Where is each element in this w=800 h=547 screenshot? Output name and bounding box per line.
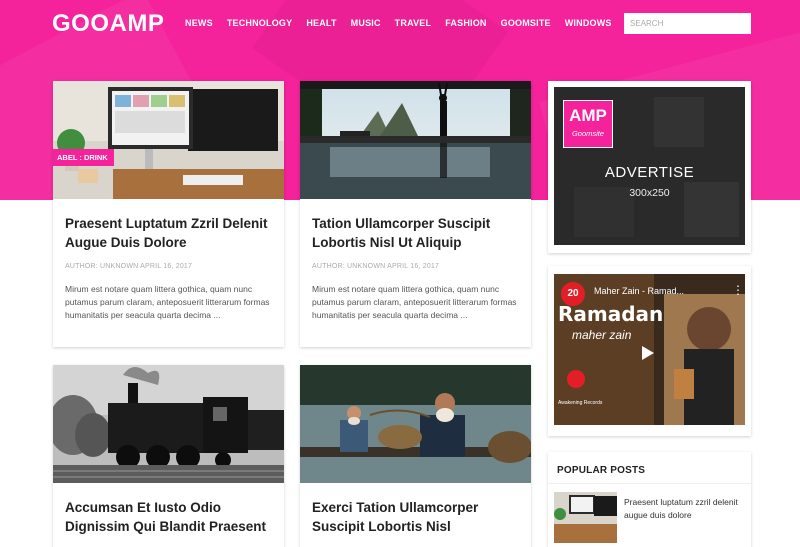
video-channel-label: Awakening Records xyxy=(558,400,603,406)
post-excerpt: Mirum est notare quam littera gothica, q… xyxy=(312,284,517,320)
nav-item-goomsite[interactable]: GOOMSITE xyxy=(501,18,551,28)
post-thumbnail[interactable] xyxy=(300,365,531,483)
play-icon[interactable] xyxy=(642,346,654,360)
advertise-banner[interactable]: AMP Goomsite ADVERTISE 300x250 xyxy=(554,87,745,245)
post-label-tag[interactable]: ABEL : DRINK xyxy=(53,149,114,166)
post-excerpt: Mirum est notare quam littera gothica, q… xyxy=(65,284,270,320)
post-title[interactable]: Praesent Luptatum Zzril Delenit Augue Du… xyxy=(65,214,270,252)
amp-logo-sub: Goomsite xyxy=(571,129,605,138)
post-thumbnail[interactable] xyxy=(300,81,531,199)
post-card[interactable]: Accumsan Et Iusto Odio Dignissim Qui Bla… xyxy=(53,365,284,547)
amp-logo: AMP Goomsite xyxy=(563,100,613,148)
post-title[interactable]: Tation Ullamcorper Suscipit Lobortis Nis… xyxy=(312,214,517,252)
search-input[interactable] xyxy=(624,13,751,34)
fishermen-image xyxy=(300,365,531,483)
nav-item-healt[interactable]: HEALT xyxy=(306,18,336,28)
office-desk-image xyxy=(53,81,284,199)
nav-item-windows[interactable]: WINDOWS xyxy=(565,18,612,28)
divider xyxy=(548,483,751,484)
video-title[interactable]: Maher Zain - Ramad... xyxy=(594,286,684,296)
yoga-pool-image xyxy=(300,81,531,199)
advertise-widget: AMP Goomsite ADVERTISE 300x250 xyxy=(548,81,751,253)
post-title[interactable]: Accumsan Et Iusto Odio Dignissim Qui Bla… xyxy=(65,498,270,536)
site-header: GOOAMP NEWS TECHNOLOGY HEALT MUSIC TRAVE… xyxy=(0,0,800,48)
post-title[interactable]: Exerci Tation Ullamcorper Suscipit Lobor… xyxy=(312,498,517,536)
post-thumbnail[interactable]: ABEL : DRINK xyxy=(53,81,284,199)
post-date: APRIL 16, 2017 xyxy=(140,263,193,270)
steam-train-image xyxy=(53,365,284,483)
post-card[interactable]: Exerci Tation Ullamcorper Suscipit Lobor… xyxy=(300,365,531,547)
nav-item-music[interactable]: MUSIC xyxy=(351,18,381,28)
nav-item-technology[interactable]: TECHNOLOGY xyxy=(227,18,293,28)
post-meta: AUTHOR: UNKNOWN APRIL 16, 2017 xyxy=(312,263,439,270)
post-card[interactable]: ABEL : DRINK Praesent Luptatum Zzril Del… xyxy=(53,81,284,347)
site-logo[interactable]: GOOAMP xyxy=(52,10,164,38)
advertise-text: ADVERTISE xyxy=(604,164,695,181)
office-desk-image xyxy=(554,492,617,543)
post-date: APRIL 16, 2017 xyxy=(387,263,440,270)
post-author[interactable]: AUTHOR: UNKNOWN xyxy=(312,263,385,270)
video-widget: 20 Maher Zain - Ramad... ⋮ Ramadan maher… xyxy=(548,266,751,436)
nav-item-fashion[interactable]: FASHION xyxy=(445,18,486,28)
popular-post-title[interactable]: Praesent luptatum zzril delenit augue du… xyxy=(624,496,744,522)
advertise-size: 300x250 xyxy=(629,187,670,199)
post-thumbnail[interactable] xyxy=(53,365,284,483)
post-meta: AUTHOR: UNKNOWN APRIL 16, 2017 xyxy=(65,263,192,270)
video-player[interactable]: 20 Maher Zain - Ramad... ⋮ Ramadan maher… xyxy=(554,274,745,425)
post-card[interactable]: Tation Ullamcorper Suscipit Lobortis Nis… xyxy=(300,81,531,347)
more-options-icon[interactable]: ⋮ xyxy=(732,283,744,297)
amp-logo-main: AMP xyxy=(569,106,607,125)
popular-posts-heading: POPULAR POSTS xyxy=(557,465,646,476)
popular-post-thumbnail[interactable] xyxy=(554,492,617,543)
nav-item-travel[interactable]: TRAVEL xyxy=(395,18,432,28)
video-overlay-title: Ramadan xyxy=(558,302,664,326)
nav-item-news[interactable]: NEWS xyxy=(185,18,213,28)
post-author[interactable]: AUTHOR: UNKNOWN xyxy=(65,263,138,270)
popular-posts-widget: POPULAR POSTS Praesent luptatum zzril de… xyxy=(548,452,751,547)
main-nav: NEWS TECHNOLOGY HEALT MUSIC TRAVEL FASHI… xyxy=(185,18,626,28)
video-overlay-artist: maher zain xyxy=(572,328,632,342)
